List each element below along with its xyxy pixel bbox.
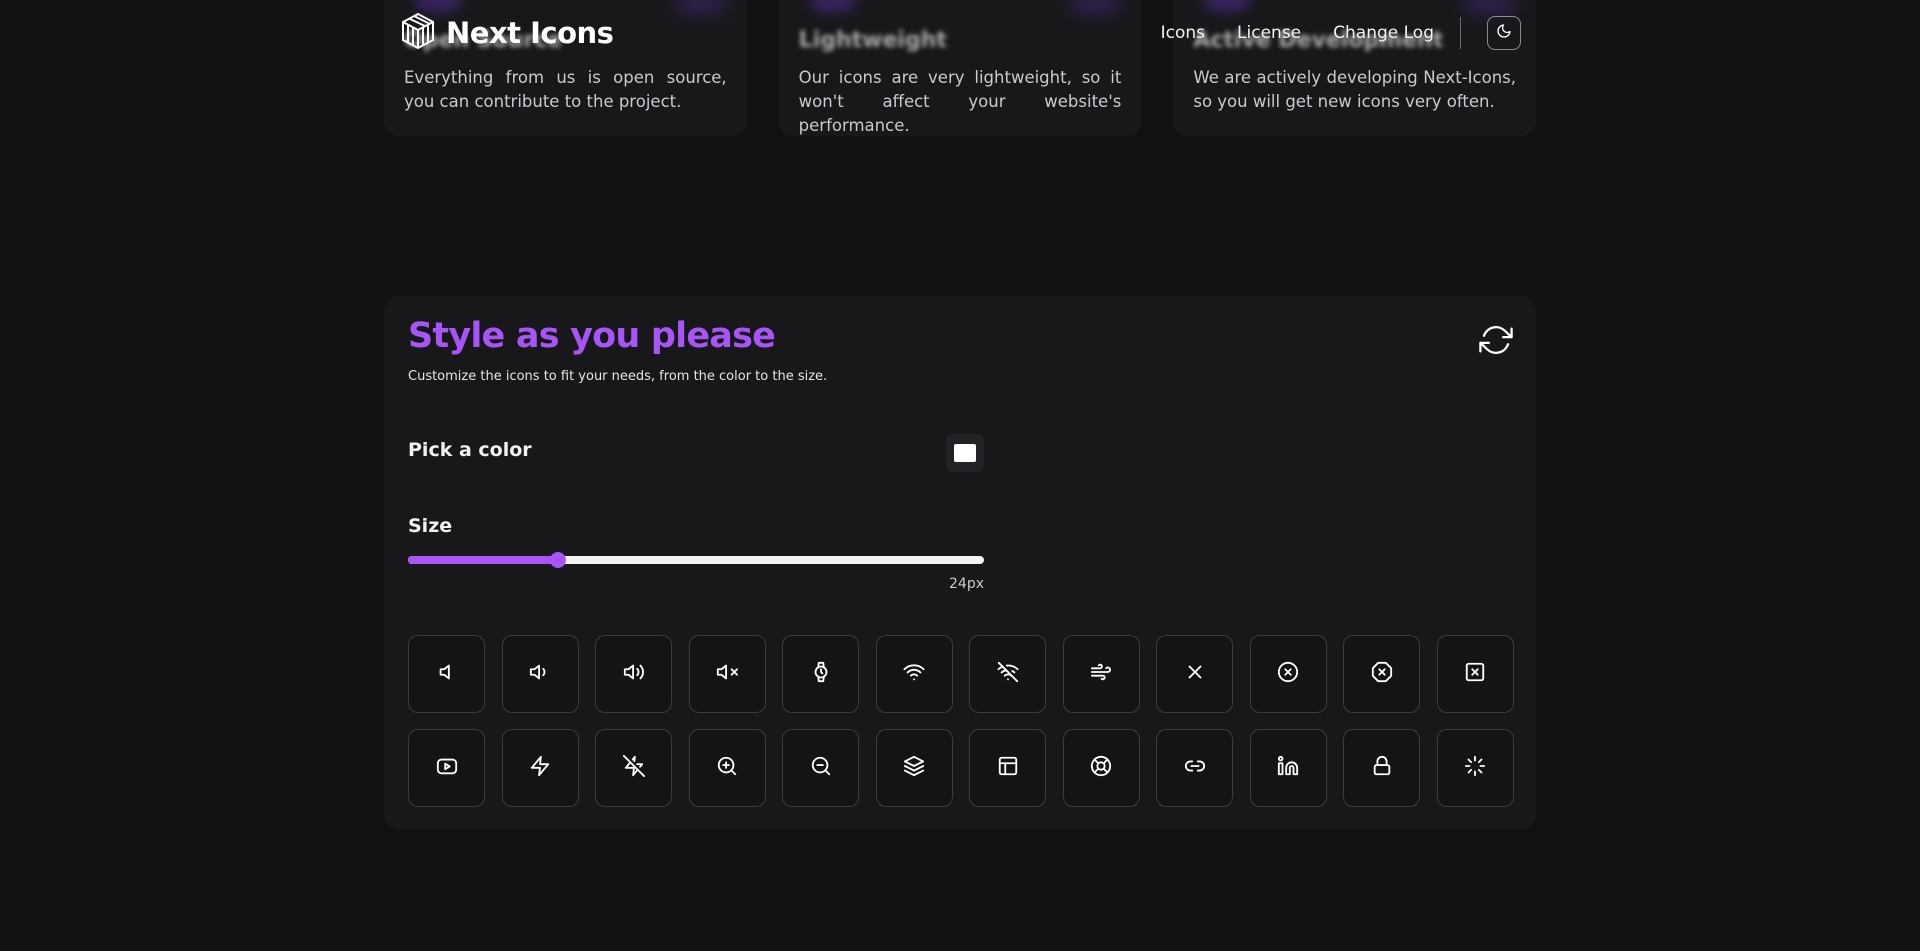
linkedin-icon (1277, 755, 1299, 781)
icon-tile-zap-off[interactable] (595, 729, 672, 807)
slider-thumb[interactable] (549, 552, 566, 568)
icon-tile-volume-1[interactable] (501, 635, 579, 713)
nav-icons-link[interactable]: Icons (1161, 23, 1205, 43)
volume-1-icon (529, 661, 551, 687)
icon-tile-wifi[interactable] (875, 635, 953, 713)
size-value: 24px (949, 576, 984, 592)
icon-grid (408, 635, 1514, 807)
nav-changelog-link[interactable]: Change Log (1333, 23, 1434, 43)
icon-tile-linkedin[interactable] (1249, 729, 1327, 807)
volume-x-icon (716, 661, 738, 687)
icon-tile-lock[interactable] (1343, 729, 1420, 807)
customizer-title: Style as you please (408, 316, 776, 356)
icon-tile-volume[interactable] (408, 635, 485, 713)
icon-tile-x-octagon[interactable] (1343, 635, 1420, 713)
icon-tile-link[interactable] (1156, 729, 1233, 807)
layers-icon (903, 755, 925, 781)
customizer-subtitle: Customize the icons to fit your needs, f… (408, 369, 828, 384)
icon-tile-youtube[interactable] (408, 729, 485, 807)
logo-text: Next Icons (446, 16, 614, 50)
icon-tile-layout[interactable] (969, 729, 1046, 807)
icon-tile-volume-x[interactable] (688, 635, 766, 713)
icon-tile-x-square[interactable] (1436, 635, 1514, 713)
icon-tile-zoom-out[interactable] (782, 729, 859, 807)
site-header: Next Icons Icons License Change Log (384, 0, 1536, 66)
moon-icon (1496, 23, 1512, 43)
theme-toggle-button[interactable] (1487, 16, 1521, 50)
icon-tile-zap[interactable] (501, 729, 579, 807)
main-nav: Icons License Change Log (1161, 16, 1536, 50)
slider-fill (408, 556, 558, 564)
x-icon (1184, 661, 1206, 687)
feature-description: We are actively developing Next-Icons, s… (1193, 68, 1517, 111)
x-square-icon (1464, 661, 1486, 687)
nav-divider (1460, 17, 1461, 49)
customizer-panel: Style as you please Customize the icons … (384, 296, 1536, 830)
x-circle-icon (1277, 661, 1299, 687)
icon-tile-x[interactable] (1156, 635, 1233, 713)
x-octagon-icon (1371, 661, 1393, 687)
icon-tile-wifi-off[interactable] (969, 635, 1046, 713)
watch-icon (810, 661, 832, 687)
link-icon (1184, 755, 1206, 781)
icon-tile-watch[interactable] (782, 635, 859, 713)
volume-2-icon (623, 661, 645, 687)
color-swatch (954, 444, 976, 462)
icon-tile-life-buoy[interactable] (1062, 729, 1140, 807)
icon-tile-wind[interactable] (1062, 635, 1140, 713)
refresh-icon (1479, 323, 1513, 361)
color-picker[interactable] (946, 434, 984, 472)
icon-tile-volume-2[interactable] (595, 635, 672, 713)
wifi-icon (903, 661, 925, 687)
icon-tile-x-circle[interactable] (1249, 635, 1327, 713)
wifi-off-icon (996, 661, 1019, 687)
icon-tile-zoom-in[interactable] (688, 729, 766, 807)
zoom-out-icon (810, 755, 832, 781)
loader-icon (1464, 755, 1486, 781)
icon-tile-loader[interactable] (1436, 729, 1514, 807)
reset-button[interactable] (1478, 324, 1514, 360)
feature-description: Our icons are very lightweight, so it wo… (798, 68, 1122, 135)
logo[interactable]: Next Icons (400, 12, 614, 54)
zap-icon (529, 755, 551, 781)
color-label: Pick a color (408, 439, 532, 461)
youtube-icon (436, 755, 458, 781)
feature-description: Everything from us is open source, you c… (404, 68, 727, 111)
size-slider[interactable] (408, 552, 984, 568)
volume-icon (436, 661, 458, 687)
wind-icon (1090, 661, 1112, 687)
zap-off-icon (622, 755, 645, 781)
icon-tile-layers[interactable] (875, 729, 953, 807)
zoom-in-icon (716, 755, 738, 781)
lock-icon (1371, 755, 1393, 781)
life-buoy-icon (1090, 755, 1112, 781)
cube-logo-icon (400, 12, 436, 54)
layout-icon (997, 755, 1019, 781)
size-label: Size (408, 515, 453, 537)
nav-license-link[interactable]: License (1237, 23, 1301, 43)
